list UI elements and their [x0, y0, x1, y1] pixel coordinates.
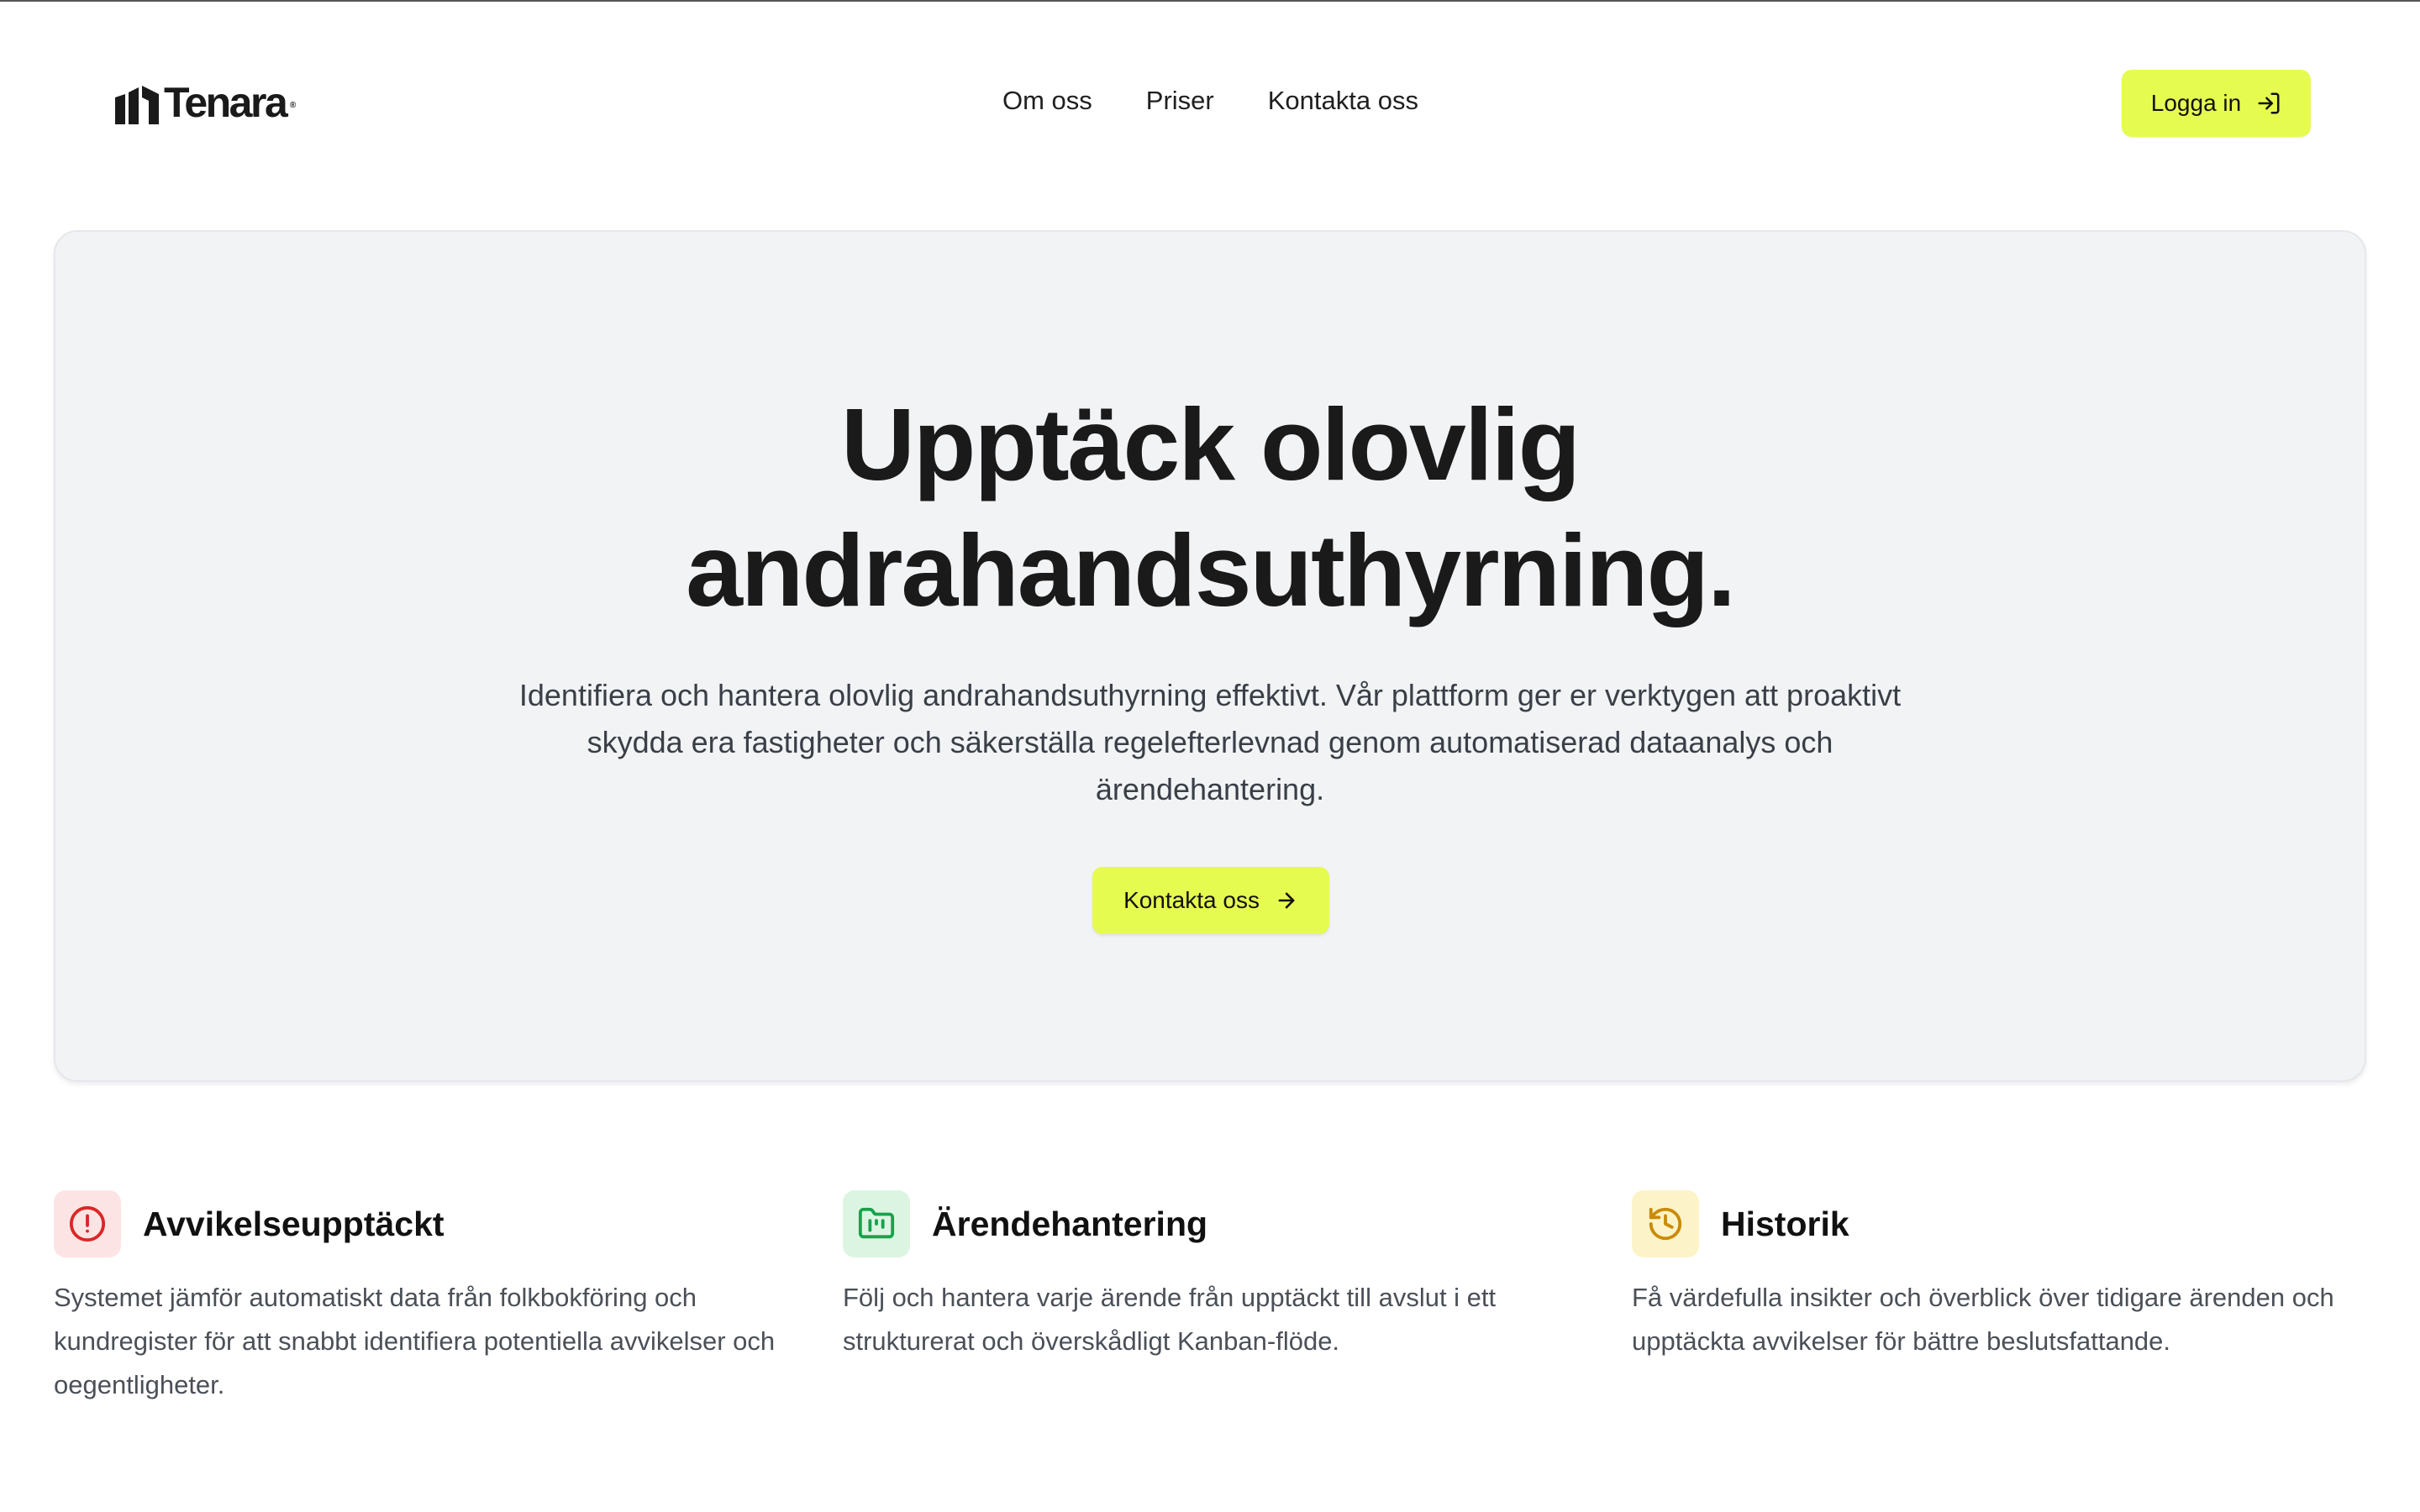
brand-name: Tenara ® [164, 79, 296, 126]
feature-historik: Historik Få värdefulla insikter och över… [1632, 1190, 2371, 1363]
history-icon [1649, 1207, 1682, 1241]
hero-description: Identifiera och hantera olovlig andrahan… [518, 678, 1902, 806]
log-in-icon [2258, 92, 2280, 114]
feature-header: Avvikelseupptäckt [54, 1190, 793, 1257]
hero-title-line-2: andrahandsuthyrning. [686, 513, 1736, 627]
hero-contact-button[interactable]: Kontakta oss [1092, 867, 1329, 934]
login-button[interactable]: Logga in [2122, 70, 2311, 137]
feature-header: Ärendehantering [843, 1190, 1582, 1257]
feature-header: Historik [1632, 1190, 2371, 1257]
nav-item-priser[interactable]: Priser [1146, 86, 1214, 116]
hero-title-line-1: Upptäck olovlig [840, 387, 1581, 501]
feature-title: Historik [1721, 1204, 1849, 1243]
feature-description: Systemet jämför automatiskt data från fo… [54, 1283, 776, 1399]
feature-icon-box [1632, 1190, 1699, 1257]
feature-description: Följ och hantera varje ärende från upptä… [843, 1283, 1497, 1356]
arrow-right-icon [1278, 892, 1295, 909]
hero-title: Upptäck olovlig andrahandsuthyrning. [55, 381, 2365, 633]
building-logo-icon [115, 86, 159, 124]
feature-avvikelseupptackt: Avvikelseupptäckt Systemet jämför automa… [54, 1190, 793, 1407]
feature-icon-box [843, 1190, 910, 1257]
kanban-folder-icon [858, 1207, 895, 1239]
site-header: Tenara ® Om oss Priser Kontakta oss Logga… [0, 2, 2420, 203]
hero-contact-button-label: Kontakta oss [1123, 887, 1260, 913]
login-button-label: Logga in [2150, 90, 2242, 116]
registered-mark: ® [289, 101, 297, 110]
brand-name-text: Tenara [164, 79, 288, 126]
feature-description: Få värdefulla insikter och överblick öve… [1632, 1283, 2334, 1356]
feature-icon-box [54, 1190, 121, 1257]
feature-title: Ärendehantering [932, 1204, 1208, 1243]
alert-circle-icon [69, 1205, 106, 1242]
nav-item-kontakta-oss[interactable]: Kontakta oss [1268, 86, 1418, 116]
brand-logo[interactable]: Tenara ® [115, 79, 296, 126]
feature-title: Avvikelseupptäckt [143, 1204, 445, 1243]
hero-section: Upptäck olovlig andrahandsuthyrning. Ide… [54, 230, 2366, 1082]
feature-arendehantering: Ärendehantering Följ och hantera varje ä… [843, 1190, 1582, 1363]
main-nav: Om oss Priser Kontakta oss [1002, 86, 1418, 116]
nav-item-om-oss[interactable]: Om oss [1002, 86, 1092, 116]
